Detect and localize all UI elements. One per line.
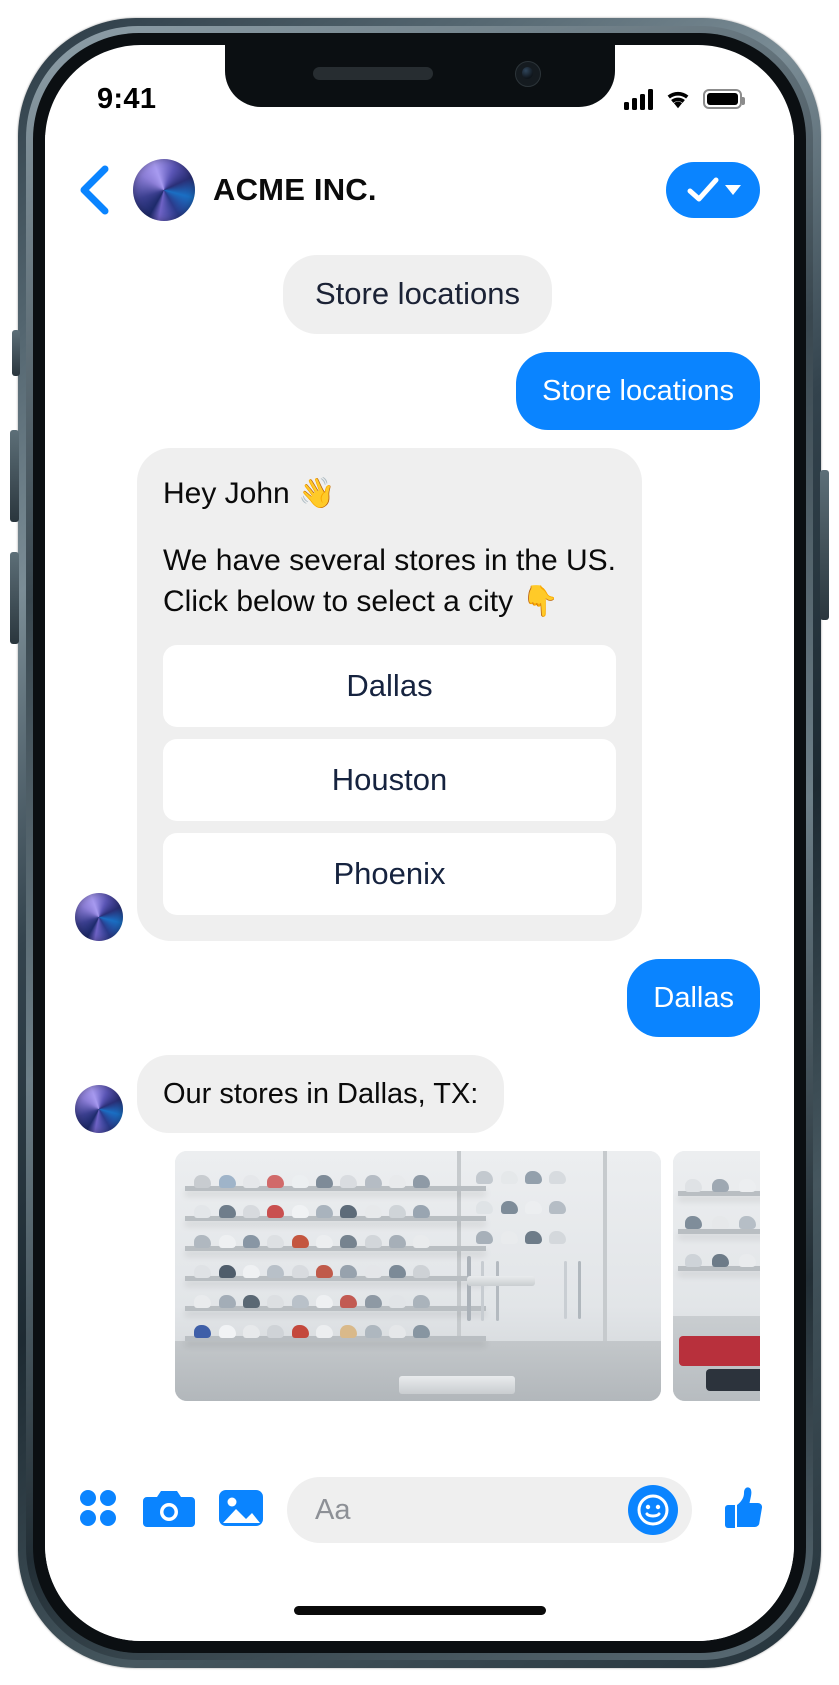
image-carousel[interactable] — [75, 1151, 760, 1402]
avatar-slot — [75, 892, 123, 941]
incoming-bubble: Our stores in Dallas, TX: — [137, 1054, 505, 1134]
message-list[interactable]: Store locations Store locations Hey John… — [45, 245, 794, 1455]
status-clock: 9:41 — [97, 82, 157, 115]
message-input-pill[interactable]: Aa — [287, 1477, 692, 1543]
phone-mockup-stage: 9:41 ACME INC. Store locations Store loc… — [0, 0, 839, 1685]
brand-avatar-icon[interactable] — [133, 159, 195, 221]
message-row: Store locations — [75, 351, 760, 431]
wifi-icon — [667, 91, 689, 108]
carousel-photo-2[interactable] — [673, 1151, 760, 1402]
bot-avatar-icon — [75, 892, 123, 941]
mute-switch[interactable] — [12, 330, 20, 376]
smiley-icon[interactable] — [628, 1485, 678, 1535]
volume-up-button[interactable] — [10, 430, 19, 522]
power-button[interactable] — [820, 470, 829, 620]
message-input-placeholder: Aa — [315, 1493, 351, 1526]
carousel-photo-1[interactable] — [175, 1151, 661, 1402]
composer-row: Aa — [75, 1477, 764, 1543]
quick-reply-dallas[interactable]: Dallas — [163, 644, 616, 727]
bot-card-bubble: Hey John 👋 We have several stores in the… — [137, 448, 642, 941]
page-title: ACME INC. — [213, 172, 377, 207]
card-greeting: Hey John 👋 — [163, 477, 336, 511]
status-indicators — [624, 88, 745, 110]
outgoing-bubble: Dallas — [627, 958, 760, 1037]
phone-screen: 9:41 ACME INC. Store locations Store loc… — [45, 45, 794, 1641]
front-camera-icon — [514, 61, 541, 87]
message-row: Our stores in Dallas, TX: — [75, 1054, 760, 1134]
chevron-down-icon — [724, 185, 741, 195]
earpiece-speaker — [312, 67, 433, 80]
card-text: Hey John 👋 We have several stores in the… — [163, 474, 616, 622]
quick-reply-phoenix[interactable]: Phoenix — [163, 832, 616, 915]
battery-full-icon — [703, 89, 745, 109]
message-row: Hey John 👋 We have several stores in the… — [75, 448, 760, 941]
message-row: Store locations — [75, 255, 760, 334]
apps-grid-icon[interactable] — [75, 1485, 121, 1536]
card-body-line-1: We have several stores in the US. — [163, 543, 616, 577]
quick-reply-houston[interactable]: Houston — [163, 738, 616, 821]
chat-header: ACME INC. — [45, 135, 794, 245]
checkmark-icon — [687, 177, 718, 202]
photo-gallery-icon[interactable] — [217, 1485, 265, 1536]
verified-dropdown-button[interactable] — [666, 162, 760, 218]
volume-down-button[interactable] — [10, 552, 19, 644]
card-body-line-2: Click below to select a city 👇 — [163, 584, 559, 618]
system-chip-bubble: Store locations — [282, 255, 553, 334]
home-indicator[interactable] — [293, 1606, 546, 1615]
camera-icon[interactable] — [143, 1485, 195, 1536]
notch — [224, 45, 615, 107]
avatar-slot — [75, 1085, 123, 1134]
outgoing-bubble: Store locations — [516, 351, 760, 431]
thumbs-up-icon[interactable] — [714, 1483, 764, 1538]
quick-reply-list: Dallas Houston Phoenix — [163, 644, 616, 915]
back-chevron-icon[interactable] — [75, 164, 115, 216]
message-row: Dallas — [75, 958, 760, 1037]
cellular-bars-icon — [624, 88, 653, 110]
bot-avatar-icon — [75, 1085, 123, 1134]
